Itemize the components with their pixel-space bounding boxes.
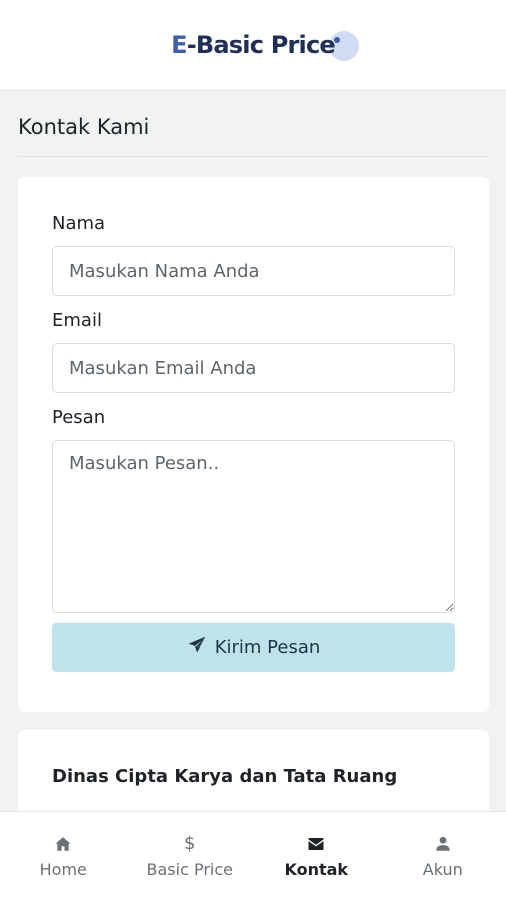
message-textarea[interactable] xyxy=(52,440,455,613)
dollar-icon: $ xyxy=(184,832,196,854)
top-app-bar: E -Basic Price xyxy=(0,0,506,89)
email-input[interactable] xyxy=(52,343,455,393)
nav-item-basic-price[interactable]: $ Basic Price xyxy=(127,812,254,900)
page-title: Kontak Kami xyxy=(18,115,489,157)
paper-plane-icon xyxy=(187,635,207,660)
user-icon xyxy=(433,834,453,854)
message-label: Pesan xyxy=(52,407,106,428)
nav-label-kontak: Kontak xyxy=(284,859,349,879)
home-icon xyxy=(53,834,73,854)
send-message-label: Kirim Pesan xyxy=(214,637,321,658)
bottom-navigation: Home $ Basic Price Kontak Akun xyxy=(0,811,506,900)
nav-label-basic-price: Basic Price xyxy=(146,859,233,879)
nav-label-akun: Akun xyxy=(422,859,463,879)
nav-item-akun[interactable]: Akun xyxy=(380,812,506,900)
send-message-button[interactable]: Kirim Pesan xyxy=(52,623,455,672)
logo-letter-e: E xyxy=(171,30,187,59)
logo-text: -Basic Price xyxy=(186,30,336,59)
envelope-icon xyxy=(306,834,326,854)
email-label: Email xyxy=(52,310,102,331)
contact-form-card: Nama Email Pesan Kirim Pesan xyxy=(18,177,489,712)
organization-name: Dinas Cipta Karya dan Tata Ruang xyxy=(52,766,398,787)
main-content[interactable]: Kontak Kami Nama Email Pesan Kirim Pesan… xyxy=(18,89,489,811)
name-input[interactable] xyxy=(52,246,455,296)
nav-item-kontak[interactable]: Kontak xyxy=(253,812,380,900)
name-label: Nama xyxy=(52,213,106,234)
nav-item-home[interactable]: Home xyxy=(0,812,127,900)
office-info-card: Dinas Cipta Karya dan Tata Ruang xyxy=(18,730,489,811)
app-logo[interactable]: E -Basic Price xyxy=(171,30,359,61)
nav-label-home: Home xyxy=(39,859,87,879)
